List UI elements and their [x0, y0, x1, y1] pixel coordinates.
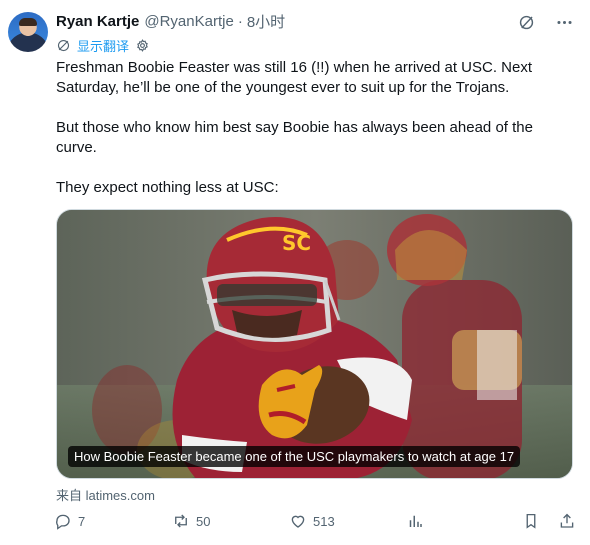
tweet-header: Ryan Kartje @RyanKartje · 8小时 — [56, 11, 285, 31]
post-time[interactable]: 8小时 — [247, 11, 285, 32]
translate-globe-icon — [57, 39, 70, 51]
tweet-paragraph: Freshman Boobie Feaster was still 16 (!!… — [56, 59, 533, 96]
reply-button[interactable]: 7 — [54, 512, 85, 530]
reply-bubble-icon — [56, 514, 70, 530]
more-dots-icon[interactable] — [554, 12, 574, 32]
share-button[interactable] — [558, 512, 576, 530]
heart-icon — [291, 515, 305, 528]
like-button[interactable]: 513 — [289, 512, 335, 530]
bookmark-button[interactable] — [522, 512, 540, 530]
views-button[interactable] — [406, 512, 430, 530]
link-card-title[interactable]: How Boobie Feaster became one of the USC… — [68, 446, 521, 467]
repost-button[interactable]: 50 — [172, 512, 210, 530]
grok-slash-icon[interactable] — [516, 12, 536, 32]
avatar[interactable] — [8, 12, 48, 52]
tweet-paragraph: They expect nothing less at USC: — [56, 179, 279, 196]
share-icon — [560, 513, 574, 528]
like-count: 513 — [313, 513, 335, 529]
link-source[interactable]: 来自 latimes.com — [56, 485, 155, 504]
author-handle[interactable]: @RyanKartje — [144, 13, 233, 30]
bar-chart-icon — [409, 515, 422, 527]
tweet-card[interactable]: Ryan Kartje @RyanKartje · 8小时 显示翻译 Fresh… — [0, 0, 590, 545]
show-translation-link[interactable]: 显示翻译 — [77, 36, 129, 55]
tweet-actions: 7 50 513 — [54, 512, 584, 534]
repost-count: 50 — [196, 513, 211, 529]
football-player-photo: SC — [57, 210, 572, 478]
tweet-text: Freshman Boobie Feaster was still 16 (!!… — [56, 58, 556, 218]
author-name[interactable]: Ryan Kartje — [56, 13, 139, 30]
repost-arrows-icon — [175, 514, 187, 528]
header-actions — [516, 12, 574, 32]
reply-count: 7 — [78, 513, 86, 529]
translate-row: 显示翻译 — [56, 36, 150, 54]
separator-dot: · — [237, 12, 243, 30]
link-card-image[interactable]: SC How Boobie Feaster became one of the … — [56, 209, 573, 479]
gear-icon[interactable] — [135, 38, 150, 53]
bookmark-icon — [526, 513, 536, 529]
helmet-logo: SC — [282, 231, 311, 255]
tweet-paragraph: But those who know him best say Boobie h… — [56, 119, 533, 156]
